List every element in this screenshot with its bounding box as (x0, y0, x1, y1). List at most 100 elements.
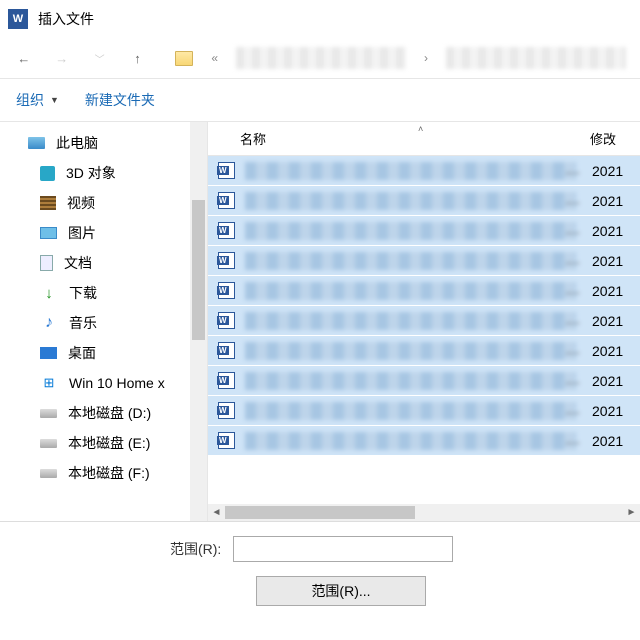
sidebar-item[interactable]: 文档 (0, 248, 207, 278)
organize-button[interactable]: 组织 ▼ (16, 90, 59, 110)
i-mus-icon (40, 315, 58, 331)
word-doc-icon (218, 282, 235, 299)
sidebar: 此电脑 3D 对象视频图片文档下载音乐桌面 Win 10 Home x 本地磁盘 (… (0, 122, 208, 521)
file-row[interactable]: 2021 (208, 276, 640, 306)
new-folder-button[interactable]: 新建文件夹 (85, 90, 155, 110)
sidebar-item-label: 本地磁盘 (F:) (68, 463, 150, 483)
file-row[interactable]: 2021 (208, 426, 640, 456)
sidebar-item-this-pc[interactable]: 此电脑 (0, 128, 207, 158)
file-row[interactable]: 2021 (208, 396, 640, 426)
file-row[interactable]: 2021 (208, 156, 640, 186)
sidebar-item-label: 本地磁盘 (D:) (68, 403, 151, 423)
i-pic-icon (40, 227, 57, 239)
new-folder-label: 新建文件夹 (85, 90, 155, 110)
i-win-icon (40, 375, 58, 391)
sidebar-item-label: 图片 (68, 223, 96, 243)
organize-label: 组织 (16, 90, 44, 110)
word-app-icon (8, 9, 28, 29)
up-button[interactable]: ↑ (128, 48, 148, 68)
sort-indicator-icon: ˄ (418, 124, 423, 134)
i-3d-icon (40, 166, 55, 181)
word-doc-icon (218, 162, 235, 179)
word-doc-icon (218, 252, 235, 269)
word-doc-icon (218, 372, 235, 389)
sidebar-item-label: 此电脑 (56, 133, 98, 153)
i-drv-icon (40, 439, 57, 448)
forward-button[interactable]: → (52, 48, 72, 68)
i-dl-icon (40, 285, 58, 301)
sidebar-item[interactable]: 音乐 (0, 308, 207, 338)
file-name-blurred (245, 342, 576, 360)
file-row[interactable]: 2021 (208, 246, 640, 276)
sidebar-item-label: 音乐 (69, 313, 97, 333)
i-desk-icon (40, 347, 57, 359)
file-row[interactable]: 2021 (208, 366, 640, 396)
scroll-right-icon[interactable]: ► (623, 504, 640, 521)
sidebar-item-label: 3D 对象 (66, 163, 116, 183)
breadcrumb-segment[interactable] (446, 47, 626, 69)
file-name-blurred (245, 252, 576, 270)
sidebar-item[interactable]: 下载 (0, 278, 207, 308)
file-row[interactable]: 2021 (208, 336, 640, 366)
i-vid-icon (40, 196, 56, 210)
file-name-blurred (245, 402, 576, 420)
file-row[interactable]: 2021 (208, 306, 640, 336)
file-name-blurred (245, 312, 576, 330)
sidebar-item-label: 桌面 (68, 343, 96, 363)
file-name-blurred (245, 372, 576, 390)
breadcrumb-segment[interactable] (236, 47, 406, 69)
path-chevron-icon: › (424, 51, 428, 65)
sidebar-item[interactable]: 本地磁盘 (F:) (0, 458, 207, 488)
scroll-left-icon[interactable]: ◄ (208, 504, 225, 521)
file-year: 2021 (592, 343, 640, 359)
file-year: 2021 (592, 253, 640, 269)
word-doc-icon (218, 402, 235, 419)
word-doc-icon (218, 222, 235, 239)
sidebar-item[interactable]: 桌面 (0, 338, 207, 368)
back-button[interactable]: ← (14, 48, 34, 68)
sidebar-item[interactable]: 图片 (0, 218, 207, 248)
column-header-name[interactable]: 名称 (208, 129, 590, 148)
column-header-modified[interactable]: 修改 (590, 129, 640, 148)
file-row[interactable]: 2021 (208, 186, 640, 216)
sidebar-item[interactable]: 本地磁盘 (D:) (0, 398, 207, 428)
sidebar-item[interactable]: 本地磁盘 (E:) (0, 428, 207, 458)
word-doc-icon (218, 192, 235, 209)
file-year: 2021 (592, 283, 640, 299)
file-year: 2021 (592, 373, 640, 389)
file-year: 2021 (592, 223, 640, 239)
sidebar-item[interactable]: 3D 对象 (0, 158, 207, 188)
range-input[interactable] (233, 536, 453, 562)
folder-icon (175, 51, 193, 66)
sidebar-item[interactable]: Win 10 Home x (0, 368, 207, 398)
file-year: 2021 (592, 193, 640, 209)
word-doc-icon (218, 312, 235, 329)
i-drv-icon (40, 409, 57, 418)
file-year: 2021 (592, 163, 640, 179)
pc-icon (28, 137, 45, 149)
sidebar-scrollbar[interactable] (190, 122, 207, 521)
sidebar-item-label: 视频 (67, 193, 95, 213)
horizontal-scrollbar[interactable]: ◄ ► (208, 504, 640, 521)
sidebar-item[interactable]: 视频 (0, 188, 207, 218)
file-name-blurred (245, 192, 576, 210)
file-name-blurred (245, 162, 576, 180)
sidebar-item-label: 本地磁盘 (E:) (68, 433, 150, 453)
file-row[interactable]: 2021 (208, 216, 640, 246)
range-label: 范围(R): (170, 539, 221, 559)
dialog-title: 插入文件 (38, 9, 94, 29)
i-doc-icon (40, 255, 53, 271)
sidebar-item-label: Win 10 Home x (69, 375, 165, 391)
path-chevron-icon: « (211, 51, 218, 65)
range-button[interactable]: 范围(R)... (256, 576, 426, 606)
file-name-blurred (245, 222, 576, 240)
file-year: 2021 (592, 313, 640, 329)
sidebar-item-label: 下载 (69, 283, 97, 303)
file-year: 2021 (592, 433, 640, 449)
file-year: 2021 (592, 403, 640, 419)
sidebar-item-label: 文档 (64, 253, 92, 273)
recent-dropdown[interactable]: ﹀ (90, 48, 110, 68)
file-name-blurred (245, 282, 576, 300)
chevron-down-icon: ▼ (50, 95, 59, 105)
word-doc-icon (218, 432, 235, 449)
